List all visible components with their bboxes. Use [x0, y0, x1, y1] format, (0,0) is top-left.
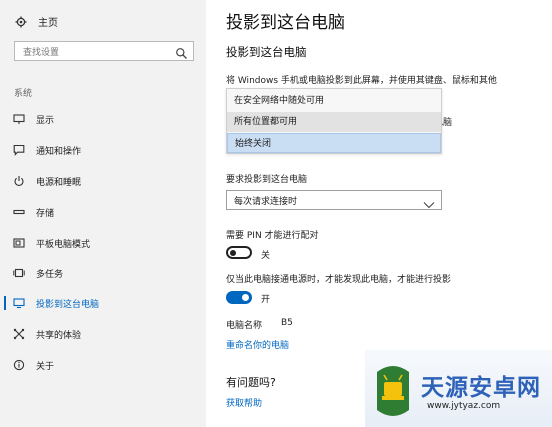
pin-label: 需要 PIN 才能进行配对	[226, 231, 319, 241]
search-icon	[175, 45, 188, 59]
availability-dropdown-list[interactable]: 在安全网络中随处可用 所有位置都可用 始终关闭	[226, 88, 442, 154]
sidebar: 主页 查找设置 系统 显示 通知和操作 电源和睡眠 存储 平板电脑模式 多任务 …	[0, 0, 206, 427]
sidebar-item-multitasking[interactable]: 多任务	[0, 262, 206, 284]
pc-name-label: 电脑名称	[226, 321, 263, 331]
android-logo-icon	[371, 362, 415, 420]
storage-icon	[12, 205, 26, 219]
power-toggle[interactable]	[226, 291, 252, 304]
home-link[interactable]: 主页	[14, 14, 58, 29]
request-dropdown[interactable]: 每次请求连接时	[226, 190, 442, 210]
power-toggle-state: 开	[261, 295, 271, 305]
pin-toggle-state: 关	[261, 251, 271, 261]
watermark-brand: 天源安卓网	[421, 375, 541, 401]
request-label: 要求投影到这台电脑	[226, 175, 308, 185]
projection-icon	[12, 296, 26, 310]
sidebar-item-label: 多任务	[36, 269, 64, 280]
sidebar-item-label: 通知和操作	[36, 146, 82, 157]
get-help-link[interactable]: 获取帮助	[226, 396, 262, 409]
availability-option[interactable]: 所有位置都可用	[227, 112, 441, 132]
sidebar-item-power[interactable]: 电源和睡眠	[0, 170, 206, 192]
sidebar-item-shared-experiences[interactable]: 共享的体验	[0, 323, 206, 345]
availability-option[interactable]: 在安全网络中随处可用	[227, 91, 441, 111]
sidebar-item-display[interactable]: 显示	[0, 108, 206, 130]
sidebar-item-label: 存储	[36, 208, 55, 219]
search-input[interactable]: 查找设置	[14, 41, 194, 61]
monitor-icon	[12, 112, 26, 126]
pin-toggle[interactable]	[226, 246, 252, 259]
chevron-down-icon	[423, 195, 435, 209]
description-text: 将 Windows 手机或电脑投影到此屏幕，并使用其键盘、鼠标和其他	[226, 76, 497, 86]
rename-pc-link[interactable]: 重命名你的电脑	[226, 338, 289, 351]
info-icon	[12, 358, 26, 372]
request-value: 每次请求连接时	[234, 197, 298, 207]
sidebar-item-label: 电源和睡眠	[36, 177, 82, 188]
toggle-knob	[230, 249, 236, 256]
home-gear-icon	[14, 15, 28, 29]
watermark-url: www.jytyaz.com	[427, 401, 501, 411]
sidebar-item-label: 投影到这台电脑	[36, 299, 100, 310]
question-heading: 有问题吗?	[226, 376, 276, 389]
tablet-icon	[12, 236, 26, 250]
power-label: 仅当此电脑接通电源时，才能发现此电脑，才能进行投影	[226, 275, 452, 285]
section-title: 投影到这台电脑	[226, 45, 307, 59]
sidebar-item-label: 关于	[36, 361, 55, 372]
sidebar-item-tablet-mode[interactable]: 平板电脑模式	[0, 232, 206, 254]
section-label-system: 系统	[14, 89, 33, 99]
page-title: 投影到这台电脑	[226, 13, 345, 33]
sidebar-item-label: 显示	[36, 115, 55, 126]
sidebar-item-storage[interactable]: 存储	[0, 201, 206, 223]
watermark: 天源安卓网 www.jytyaz.com	[365, 350, 552, 427]
sidebar-item-project-to-pc[interactable]: 投影到这台电脑	[0, 292, 206, 314]
toggle-knob	[242, 294, 249, 301]
multitask-icon	[12, 266, 26, 280]
sidebar-item-label: 平板电脑模式	[36, 239, 91, 250]
share-icon	[12, 327, 26, 341]
pc-name-value: B5	[281, 318, 293, 328]
home-label: 主页	[38, 18, 58, 29]
availability-option-selected[interactable]: 始终关闭	[227, 133, 441, 153]
power-icon	[12, 174, 26, 188]
message-icon	[12, 143, 26, 157]
sidebar-item-label: 共享的体验	[36, 330, 82, 341]
sidebar-item-notifications[interactable]: 通知和操作	[0, 139, 206, 161]
sidebar-item-about[interactable]: 关于	[0, 354, 206, 376]
search-placeholder: 查找设置	[23, 48, 60, 58]
